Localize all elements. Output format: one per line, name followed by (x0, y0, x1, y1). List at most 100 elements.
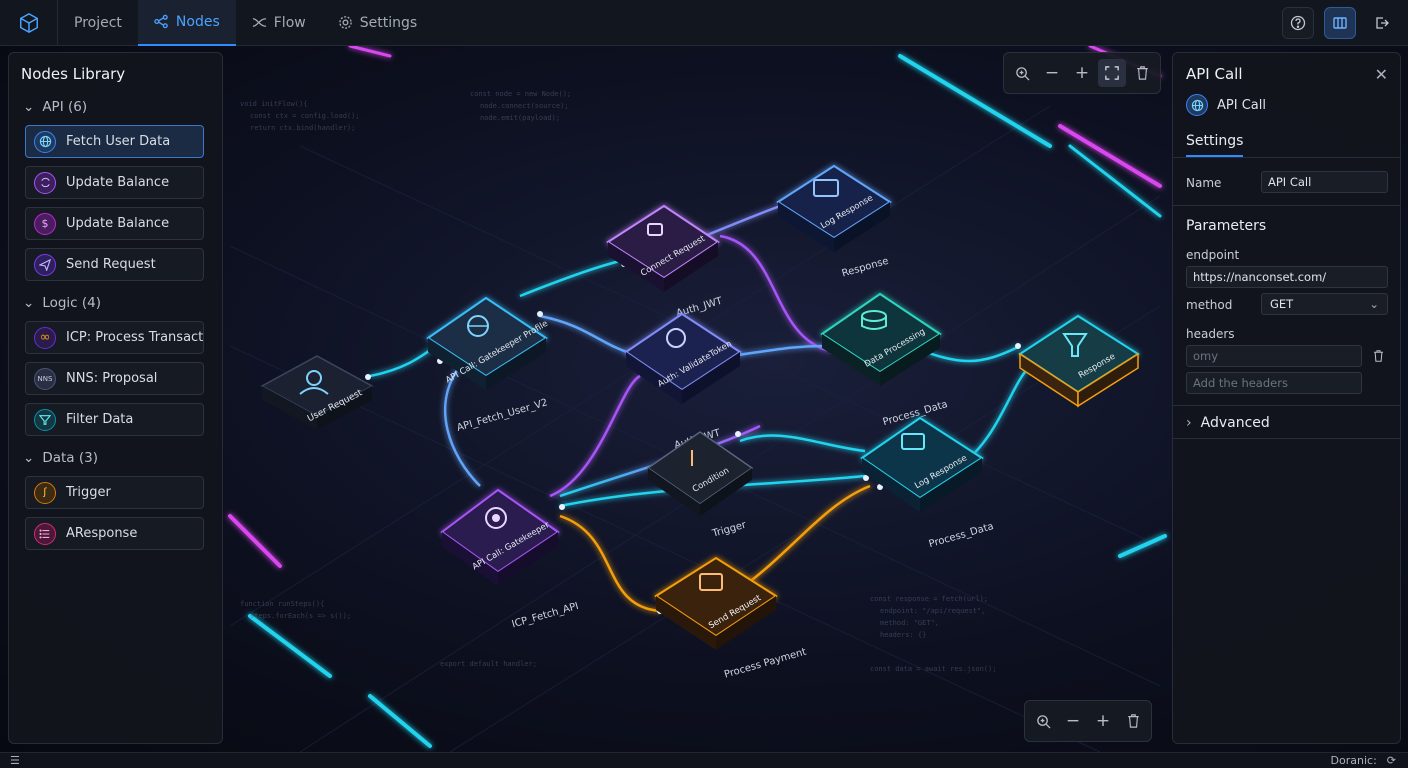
minus-icon: − (1044, 63, 1060, 83)
zoom-in-icon (1036, 714, 1051, 729)
canvas-toolbar-bottom: − + (1024, 700, 1152, 742)
node-caption: API_Fetch_User_V2 (456, 397, 549, 433)
svg-text:function runSteps(){: function runSteps(){ (240, 600, 324, 608)
graph-node-log-response-top[interactable]: Log Response Response (776, 164, 892, 280)
group-label: Data (3) (42, 450, 98, 466)
help-icon (1290, 15, 1306, 31)
send-icon (34, 253, 56, 276)
delete-header-button[interactable] (1368, 345, 1388, 367)
tab-label: Nodes (175, 13, 220, 30)
node-item-fetch-user-data[interactable]: Fetch User Data (25, 125, 204, 158)
graph-node-send-request[interactable]: Send Request Process Payment (654, 556, 808, 681)
close-button[interactable]: ✕ (1375, 65, 1388, 84)
node-item-icp-process-transaction[interactable]: ∞ ICP: Process Transaction (25, 321, 204, 354)
minus-icon: − (1065, 711, 1081, 731)
node-item-send-request[interactable]: Send Request (25, 248, 204, 281)
trigger-icon: ʃ (34, 481, 56, 504)
svg-text:return ctx.bind(handler);: return ctx.bind(handler); (250, 124, 355, 132)
close-icon: ✕ (1374, 65, 1388, 84)
headers-label: headers (1186, 327, 1235, 341)
graph-node-auth-validate[interactable]: Auth: ValidateToken Auth_JWT (624, 312, 742, 451)
svg-text:endpoint: "/api/request",: endpoint: "/api/request", (880, 607, 985, 615)
zoom-in-button-bottom[interactable] (1029, 707, 1057, 735)
name-input[interactable] (1261, 171, 1388, 193)
graph-node-response[interactable]: Response (1018, 314, 1140, 408)
add-headers-input[interactable] (1186, 372, 1362, 394)
method-select[interactable]: GET ⌄ (1261, 293, 1388, 315)
tab-settings-panel[interactable]: Settings (1186, 133, 1244, 157)
endpoint-label: endpoint (1186, 248, 1240, 262)
graph-node-condition[interactable]: Condition Trigger (646, 431, 754, 540)
panel-layout-icon (1333, 17, 1347, 29)
node-item-nns-proposal[interactable]: NNS NNS: Proposal (25, 362, 204, 395)
logout-icon (1376, 17, 1389, 29)
group-header-data[interactable]: ⌄ Data (3) (9, 448, 222, 468)
node-item-aresponse[interactable]: AResponse (25, 517, 204, 550)
svg-text:method: "GET",: method: "GET", (880, 619, 939, 627)
flow-icon (252, 18, 266, 27)
group-label: API (6) (42, 99, 88, 115)
zoom-out-button-bottom[interactable]: − (1059, 707, 1087, 735)
zoom-in-button[interactable] (1008, 59, 1036, 87)
tab-flow[interactable]: Flow (236, 0, 322, 46)
node-caption: ICP_Fetch_API (511, 601, 580, 631)
node-item-trigger[interactable]: ʃ Trigger (25, 476, 204, 509)
status-bar: ☰ Doranic: ⟳ (0, 752, 1408, 768)
fit-view-button[interactable] (1098, 59, 1126, 87)
node-caption: Trigger (710, 519, 748, 540)
advanced-toggle[interactable]: › Advanced (1186, 415, 1270, 431)
dollar-icon: $ (34, 212, 56, 235)
node-item-label: AResponse (66, 526, 138, 541)
headers-input[interactable] (1186, 345, 1362, 367)
tab-settings[interactable]: Settings (322, 0, 433, 46)
node-type-label: API Call (1217, 97, 1266, 113)
help-button[interactable] (1282, 7, 1314, 39)
svg-text:const data = await res.json();: const data = await res.json(); (870, 665, 996, 673)
nns-badge-icon: NNS (34, 367, 56, 390)
svg-text:export default handler;: export default handler; (440, 660, 537, 668)
graph-node-connect-request[interactable]: Connect Request Auth_JWT (606, 204, 724, 319)
node-item-update-balance-2[interactable]: $ Update Balance (25, 207, 204, 240)
zoom-out-button[interactable]: − (1038, 59, 1066, 87)
node-item-filter-data[interactable]: Filter Data (25, 403, 204, 436)
trash-icon (1127, 714, 1139, 728)
properties-panel: API Call ✕ API Call Settings Name Parame… (1172, 52, 1401, 744)
trash-icon (1373, 350, 1383, 362)
nodes-icon (154, 14, 168, 29)
delete-button-bottom[interactable] (1119, 707, 1147, 735)
tab-nodes[interactable]: Nodes (137, 0, 236, 46)
method-label: method (1186, 298, 1233, 312)
node-caption: Process Payment (723, 647, 808, 681)
plus-icon: + (1074, 63, 1090, 83)
node-item-label: Update Balance (66, 216, 170, 231)
method-value: GET (1270, 297, 1294, 311)
nodes-library-panel: Nodes Library ⌄ API (6) Fetch User Data … (8, 52, 223, 744)
tab-project[interactable]: Project (58, 0, 138, 46)
zoom-plus-button[interactable]: + (1068, 59, 1096, 87)
app-logo-icon[interactable] (0, 0, 58, 46)
group-header-logic[interactable]: ⌄ Logic (4) (9, 293, 222, 313)
refresh-icon (34, 171, 56, 194)
delete-button[interactable] (1128, 59, 1156, 87)
floor-grid (229, 105, 1161, 752)
graph-node-log-response-bottom[interactable]: Log Response Process_Data (860, 416, 995, 550)
zoom-in-icon (1015, 66, 1030, 81)
graph-node-api-call-gatekeeper[interactable]: API Call: Gatekeeper ICP_Fetch_API (440, 488, 580, 631)
tab-label: Flow (273, 14, 306, 31)
trash-icon (1136, 66, 1148, 80)
graph-node-user-request[interactable]: User Request (260, 355, 374, 430)
toggle-panels-button[interactable] (1324, 7, 1356, 39)
logout-button[interactable] (1366, 7, 1398, 39)
sync-icon[interactable]: ⟳ (1387, 754, 1396, 767)
filter-icon (34, 408, 56, 431)
node-item-label: Update Balance (66, 175, 170, 190)
zoom-plus-button-bottom[interactable]: + (1089, 707, 1117, 735)
node-item-update-balance[interactable]: Update Balance (25, 166, 204, 199)
group-header-api[interactable]: ⌄ API (6) (9, 97, 222, 117)
graph-node-data-processing[interactable]: Data Processing Process_Data (820, 292, 949, 428)
tab-label: Project (74, 14, 122, 31)
plus-icon: + (1095, 711, 1111, 731)
menu-list-icon[interactable]: ☰ (10, 754, 20, 767)
chevron-down-icon: ⌄ (23, 99, 35, 115)
endpoint-input[interactable] (1186, 266, 1388, 288)
